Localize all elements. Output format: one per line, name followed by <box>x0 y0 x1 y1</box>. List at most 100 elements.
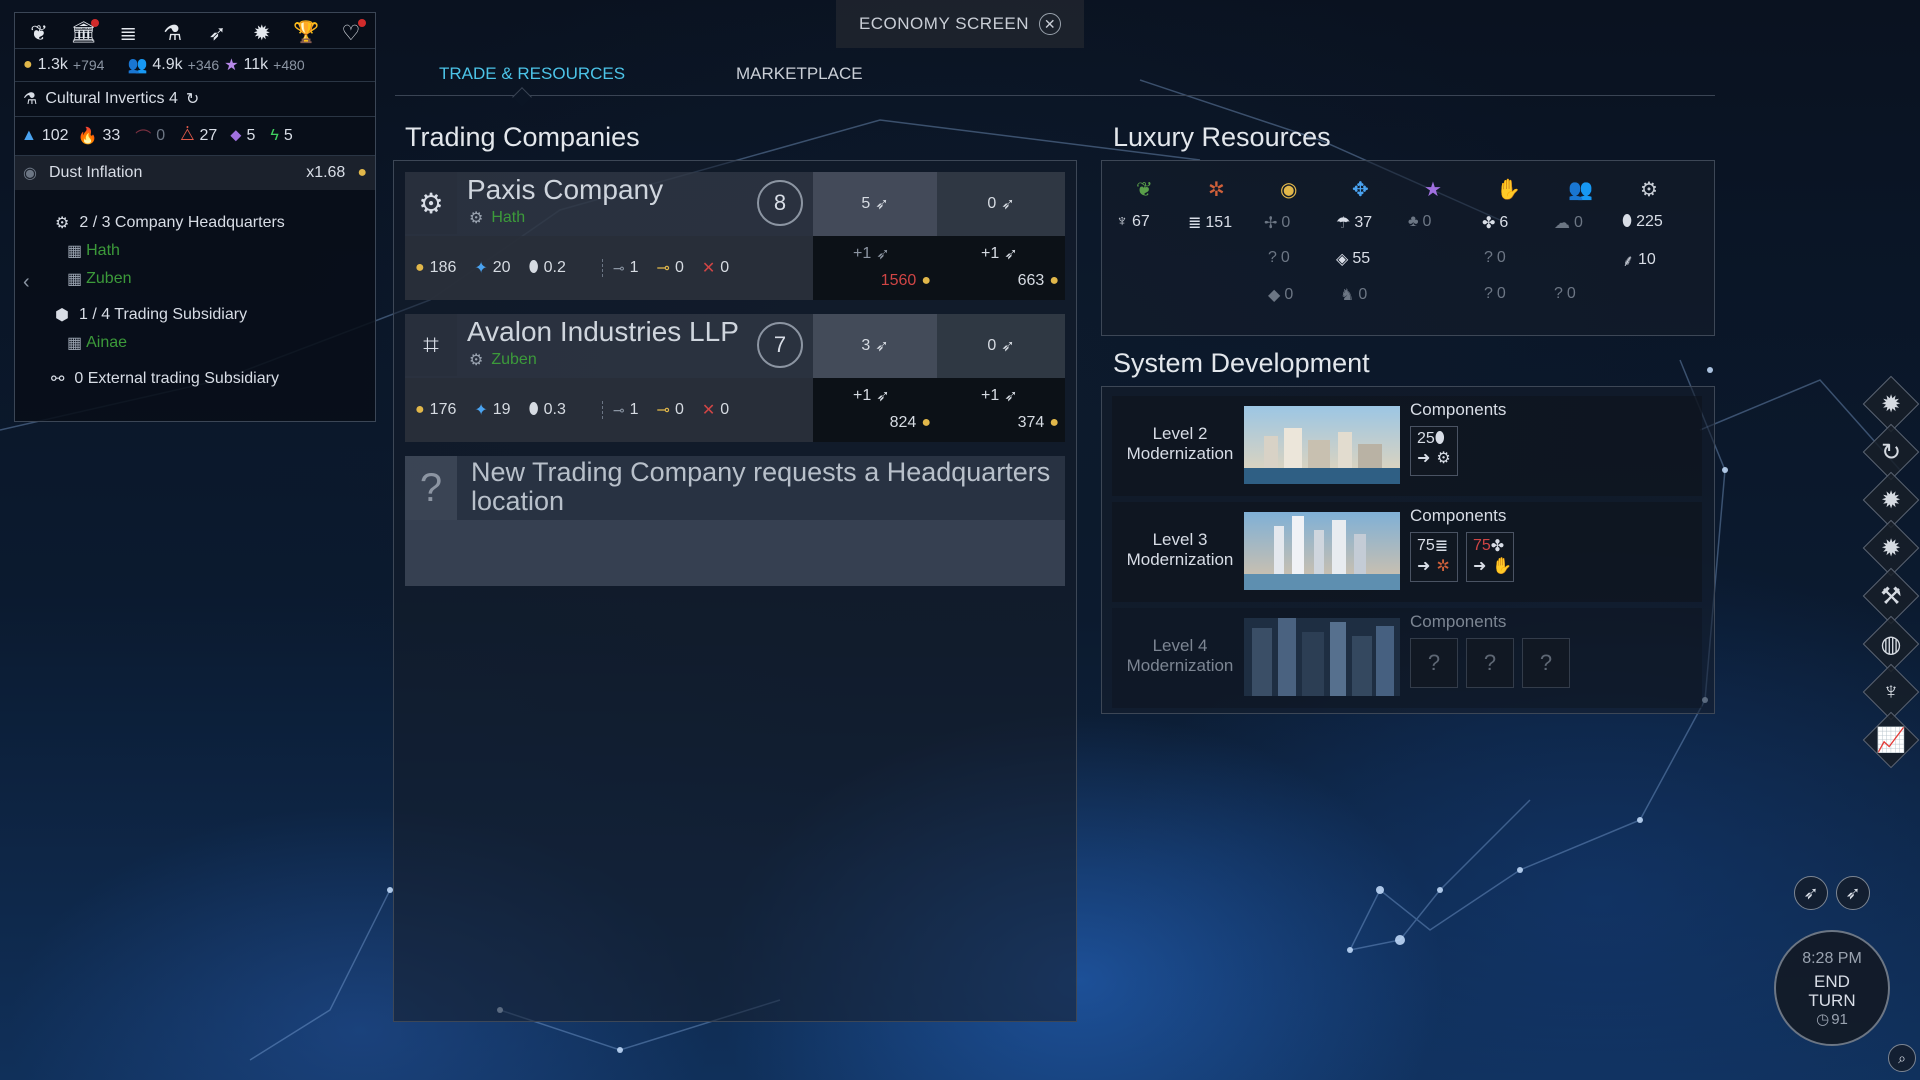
hand-icon: ✋ <box>1492 558 1513 575</box>
gear-icon[interactable]: ✹ <box>246 19 278 47</box>
lux-crystal-icon: ✥ <box>1352 179 1369 201</box>
military-ship-icon[interactable]: ➶ <box>201 19 233 47</box>
influence-value: 4.9k <box>152 56 183 73</box>
component-slot[interactable]: 75 ✤ ➜ ✋ <box>1466 532 1514 582</box>
hq-label: 2 / 3 Company Headquarters <box>79 214 285 231</box>
lux-icon: ☂ <box>1336 215 1351 232</box>
resource-summary: ● 1.3k +794 👥 4.9k +346 ★ 11k +480 <box>15 49 375 81</box>
level-label: Level 3 Modernization <box>1126 530 1234 569</box>
gear-icon: ✲ <box>1436 558 1450 575</box>
empire-status-row[interactable]: ⚗ Cultural Invertics 4 ↻ <box>15 81 375 116</box>
lux-parts-icon: ⚙ <box>1640 179 1658 201</box>
lux-icon: ≣ <box>1188 215 1202 232</box>
science-star-icon: ★ <box>224 57 239 74</box>
ships-overview-button[interactable]: ➶ <box>1794 876 1828 910</box>
components-label: Components <box>1410 612 1507 631</box>
building-icon: ▦ <box>67 271 83 288</box>
sidebar-gear-up-2-button[interactable]: ✹ <box>1862 519 1920 577</box>
senate-icon[interactable]: 🏛 <box>68 19 100 47</box>
lux-value: 225 <box>1636 213 1663 230</box>
science-flask-icon[interactable]: ⚗ <box>157 19 189 47</box>
component-slot[interactable]: 25 ⬮ ➜ ⚙ <box>1410 426 1458 476</box>
trophy-icon[interactable]: 🏆 <box>290 19 322 47</box>
company-card[interactable]: ⚙ Paxis Company ⚙ Hath 8 5 ➶ 0 ➶ ● 186 ✦ 20 ⬮… <box>405 172 1065 300</box>
trade-ship-icon: ➶ <box>1004 246 1018 263</box>
dust-value: 1.3k <box>37 56 68 73</box>
hq-icon: ⚙ <box>55 215 70 232</box>
unknown-icon: ? <box>1554 285 1563 302</box>
unknown-icon: ? <box>1268 249 1277 266</box>
company-column-2: +1 ➶ 663 ● <box>937 236 1065 300</box>
lux-gear-icon: ✲ <box>1208 179 1225 201</box>
dust-icon: ● <box>1049 272 1059 289</box>
lux-cell: ? 0 <box>1484 285 1506 303</box>
component-slot-unknown: ? <box>1410 638 1458 688</box>
dev-level-row[interactable]: Level 3 Modernization Components 75 ≣ ➜ ✲ … <box>1112 502 1702 602</box>
empire-laurel-icon[interactable]: ❦ <box>23 19 55 47</box>
unknown-icon: ? <box>1484 249 1493 266</box>
dev-level-row[interactable]: Level 2 Modernization Components 25 ⬮ ➜ ⚙ <box>1112 396 1702 496</box>
company-hq: Hath <box>491 209 526 226</box>
lux-cell: ◈ 55 <box>1336 249 1370 269</box>
company-dust: 176 <box>429 401 457 418</box>
arrow-icon: ➜ <box>1417 558 1431 575</box>
close-icon[interactable]: ✕ <box>1039 13 1062 35</box>
lux-cell: ? 0 <box>1554 285 1576 303</box>
ship-info-button[interactable]: ➶ <box>1836 876 1870 910</box>
route-gold-icon: ⊸ <box>656 260 670 277</box>
end-turn-button[interactable]: 8:28 PM END TURN ◷ 91 <box>1774 930 1890 1046</box>
map-zoom-button[interactable]: ⌕ <box>1888 1044 1916 1072</box>
component-slot-unknown: ? <box>1466 638 1514 688</box>
sidebar-plant-button[interactable]: ♆ <box>1862 663 1920 721</box>
route-2: 0 <box>674 401 684 418</box>
influence-icon: ✦ <box>474 260 488 277</box>
components-label: Components <box>1410 506 1507 525</box>
route-icon: ⊸ <box>612 259 625 276</box>
dust-delta: +794 <box>72 57 105 73</box>
diplomacy-handshake-icon[interactable]: ♡ <box>335 19 367 47</box>
inflation-label: Dust Inflation <box>48 164 143 181</box>
lux-value: 67 <box>1132 213 1150 230</box>
screen-title-text: ECONOMY SCREEN <box>858 14 1030 33</box>
lux-value: 0 <box>1496 249 1506 266</box>
sidebar-gear-button[interactable]: ✹ <box>1862 375 1920 433</box>
subsidiary-system-1[interactable]: Ainae <box>86 334 127 352</box>
sidebar-hammer-button[interactable]: ⚒ <box>1862 567 1920 625</box>
new-company-request[interactable]: ? New Trading Company requests a Headqua… <box>405 456 1065 586</box>
new-company-text: New Trading Company requests a Headquart… <box>471 457 1051 516</box>
level-label: Level 2 Modernization <box>1126 424 1234 463</box>
level-2-city-image <box>1244 406 1400 484</box>
tab-bar: TRADE & RESOURCES MARKETPLACE <box>395 56 1715 107</box>
subsidiary-label: 1 / 4 Trading Subsidiary <box>78 306 248 323</box>
col1-top: +1 <box>853 387 872 404</box>
economy-coins-icon[interactable]: ≣ <box>112 19 144 47</box>
hq-system-2[interactable]: Zuben <box>86 270 131 288</box>
company-hq: Zuben <box>491 351 537 368</box>
collapse-chevron-icon[interactable]: ‹ <box>23 271 30 294</box>
ratio-icon: ⬮ <box>1434 430 1445 447</box>
building-icon: ▦ <box>67 243 83 260</box>
sidebar-refresh-button[interactable]: ↻ <box>1862 423 1920 481</box>
company-column-1: +1 ➶ 824 ● <box>813 378 937 442</box>
sidebar-chart-button[interactable]: 📈 <box>1862 711 1920 769</box>
route-3: 0 <box>720 401 730 418</box>
lux-value: 0 <box>1284 286 1294 303</box>
sidebar-globe-button[interactable]: ◍ <box>1862 615 1920 673</box>
tab-trade-resources[interactable]: TRADE & RESOURCES <box>439 64 625 84</box>
company-ratio: 0.3 <box>543 401 566 418</box>
sidebar-gear-up-button[interactable]: ✹ <box>1862 471 1920 529</box>
ship-icon: ➶ <box>875 196 889 213</box>
lux-value: 6 <box>1499 214 1509 231</box>
component-amount: 75 <box>1473 537 1491 554</box>
component-slot[interactable]: 75 ≣ ➜ ✲ <box>1410 532 1458 582</box>
population-icon: 👥 <box>127 57 148 74</box>
strategic-6-value: 5 <box>283 127 293 144</box>
company-card[interactable]: ⌗ Avalon Industries LLP ⚙ Zuben 7 3 ➶ 0 ➶ ●… <box>405 314 1065 442</box>
strategic-4-icon: ⧊ <box>180 127 195 144</box>
ships-value: 3 <box>861 337 871 354</box>
lux-cell: ⬮ 225 <box>1622 213 1663 231</box>
dust-inflation-row: ◉ Dust Inflation x1.68 ● <box>15 155 375 190</box>
tab-marketplace[interactable]: MARKETPLACE <box>736 64 863 84</box>
dust-icon: ● <box>921 414 931 431</box>
hq-system-1[interactable]: Hath <box>86 242 120 260</box>
